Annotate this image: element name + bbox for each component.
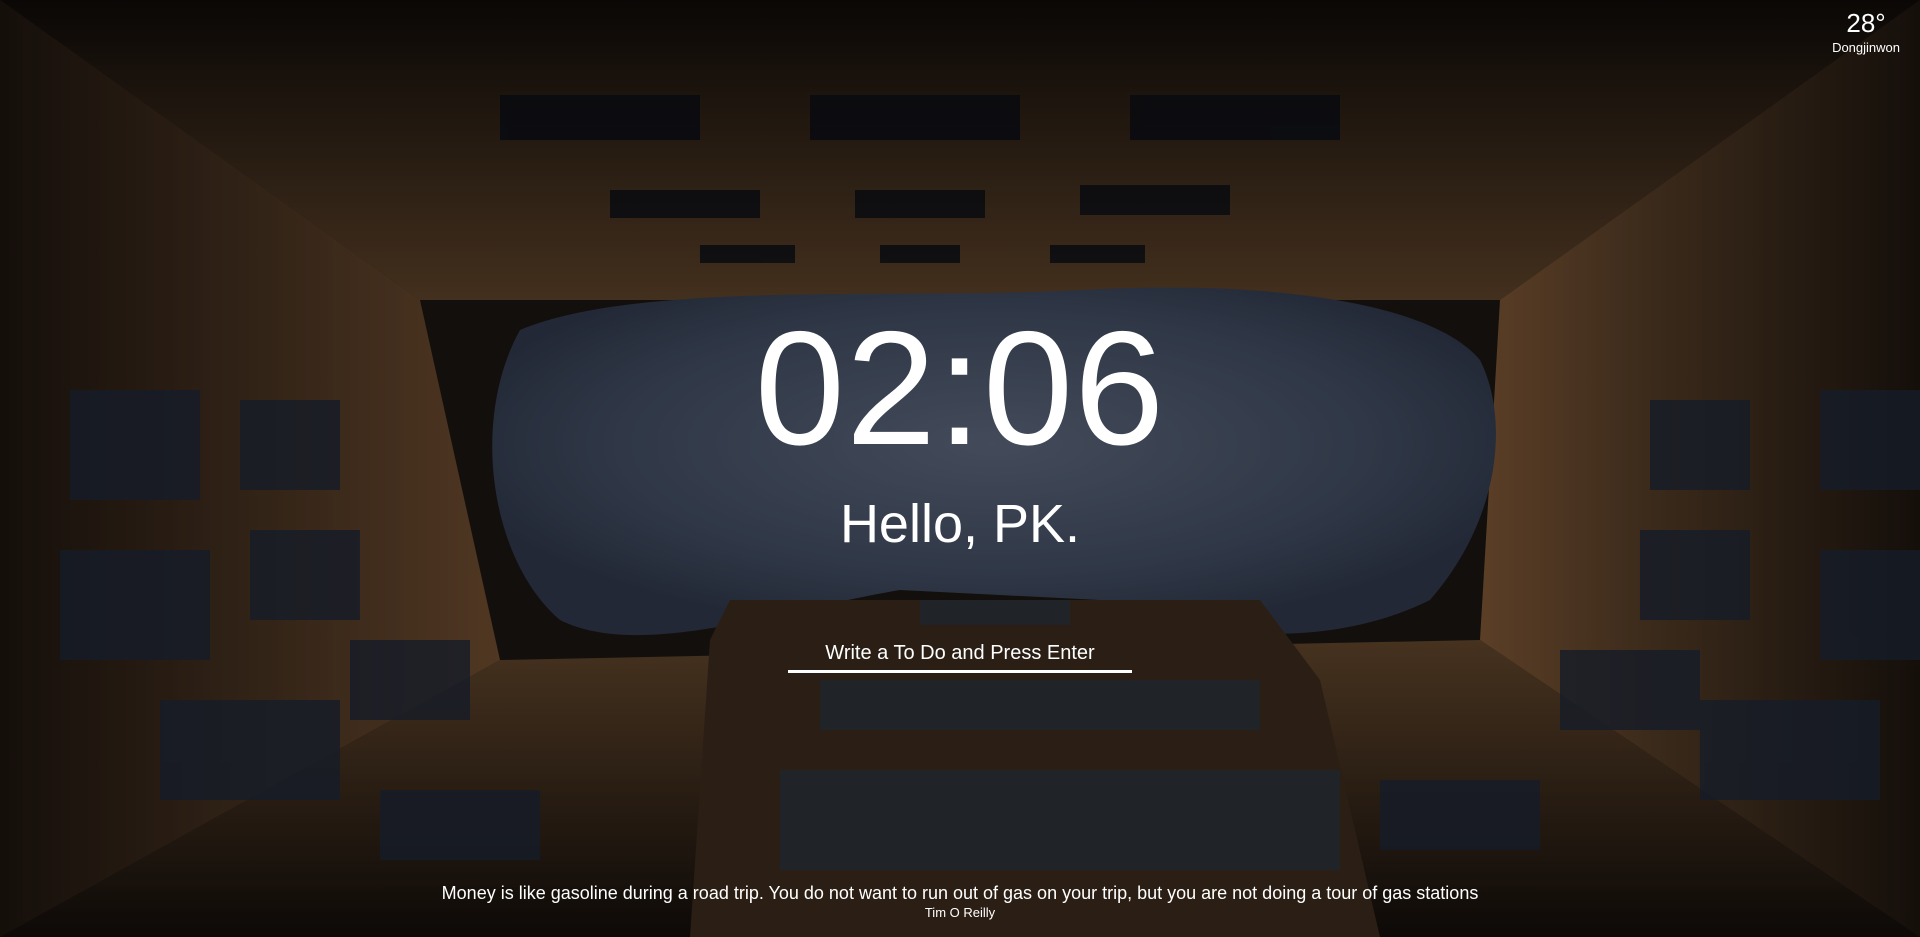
todo-input[interactable]	[788, 636, 1132, 673]
quote-text: Money is like gasoline during a road tri…	[441, 883, 1479, 903]
greeting: Hello, PK.	[839, 494, 1081, 554]
weather-widget: 28° Dongjinwon	[1832, 10, 1900, 54]
weather-temperature: 28°	[1846, 8, 1886, 38]
weather-location: Dongjinwon	[1832, 40, 1900, 55]
quote-author: Tim O Reilly	[924, 905, 996, 920]
clock: 02:06	[754, 298, 1166, 479]
